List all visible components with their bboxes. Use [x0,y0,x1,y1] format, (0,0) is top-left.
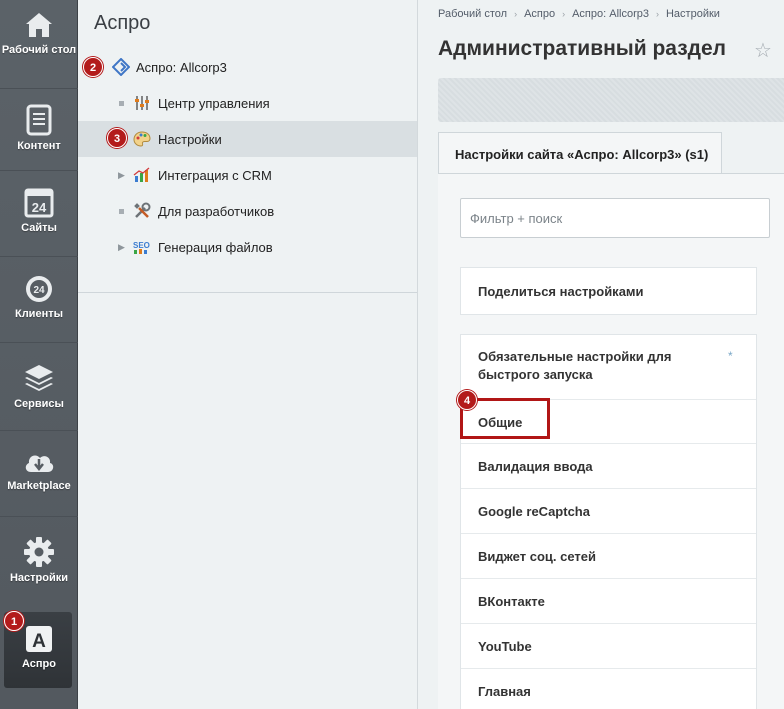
aspro-a-icon: A [26,626,52,652]
nav-services-label: Сервисы [14,398,64,410]
chevron-right-icon: › [562,9,566,19]
nav-marketplace[interactable]: Marketplace [0,448,78,493]
tree-item-label: Генерация файлов [158,240,273,255]
tree-item-label: Аспро: Allcorp3 [136,60,227,75]
search-input[interactable]: Фильтр + поиск [460,198,770,238]
share-settings-button[interactable]: Поделиться настройками [461,268,756,313]
tools-icon [134,202,151,218]
clients-24-icon: 24 [26,276,52,302]
chart-icon [133,167,150,182]
nav-content[interactable]: Контент [0,104,78,153]
cloud-download-icon [25,455,54,472]
menu-item-vkontakte[interactable]: ВКонтакте [461,579,756,624]
tree-item-control-center[interactable]: Центр управления [78,85,417,121]
tree-item-developers[interactable]: Для разработчиков [78,193,417,229]
svg-text:SEO: SEO [133,241,150,250]
calendar-24-icon: 24 [24,188,54,218]
tree-item-crm-integration[interactable]: ▶ Интеграция с CRM [78,157,417,193]
module-tree-panel: Аспро Аспро: Allcorp3 Центр управления Н… [78,0,418,709]
nav-divider [0,342,78,343]
control-sliders-icon [135,96,149,110]
required-settings-label[interactable]: Обязательные настройки для быстрого запу… [478,348,718,384]
toolbar-strip [438,78,784,122]
breadcrumb-aspro-allcorp3[interactable]: Аспро: Allcorp3 [572,8,649,20]
aspro-diamond-icon [112,58,130,76]
breadcrumb-settings[interactable]: Настройки [666,8,720,20]
palette-icon [133,131,151,147]
menu-item-input-validation[interactable]: Валидация ввода [461,444,756,489]
nav-settings[interactable]: Настройки [0,536,78,585]
nav-divider [0,430,78,431]
seo-icon: SEO [133,241,150,254]
breadcrumb-desktop[interactable]: Рабочий стол [438,8,507,20]
tab-site-settings[interactable]: Настройки сайта «Аспро: Allcorp3» (s1) [438,132,722,174]
nav-services[interactable]: Сервисы [0,362,78,411]
tree-item-label: Центр управления [158,96,270,111]
svg-text:A: A [32,631,46,652]
svg-text:24: 24 [33,285,45,296]
main-nav-bar: Рабочий стол Контент 24 Сайты 24 Клиенты [0,0,78,709]
tree-item-label: Для разработчиков [158,204,275,219]
star-icon[interactable]: ☆ [754,38,772,63]
step-badge-1: 1 [4,611,24,631]
svg-text:24: 24 [32,200,47,215]
breadcrumb-aspro[interactable]: Аспро [524,8,555,20]
nav-aspro-label: Аспро [22,658,56,670]
required-mark: * [728,349,733,363]
menu-item-social-widget[interactable]: Виджет соц. сетей [461,534,756,579]
menu-item-google-recaptcha[interactable]: Google reCaptcha [461,489,756,534]
nav-divider [0,256,78,257]
nav-aspro[interactable]: A Аспро [0,624,78,671]
gear-icon [24,537,54,567]
share-settings-card: Поделиться настройками [460,267,757,315]
nav-divider [0,88,78,89]
step-badge-3: 3 [107,128,127,148]
nav-settings-label: Настройки [9,572,69,584]
tree-item-label: Настройки [158,132,222,147]
tree-item-file-generation[interactable]: ▶ SEO Генерация файлов [78,229,417,265]
chevron-right-icon: › [655,9,659,19]
nav-marketplace-label: Marketplace [7,480,71,492]
step-badge-2: 2 [83,57,103,77]
home-icon [26,13,52,37]
nav-clients-label: Клиенты [14,308,63,320]
nav-divider [0,516,78,517]
nav-sites[interactable]: 24 Сайты [0,186,78,235]
document-icon [26,104,52,136]
settings-panel: Фильтр + поиск Поделиться настройками Об… [438,173,784,709]
expand-arrow-icon[interactable]: ▶ [118,242,125,253]
main-content: Рабочий стол › Аспро › Аспро: Allcorp3 › Настр… [418,0,784,709]
nav-clients[interactable]: 24 Клиенты [0,274,78,321]
expand-arrow-icon[interactable]: ▶ [118,170,125,181]
tree-item-settings[interactable]: Настройки [78,121,417,157]
layers-icon [25,365,53,391]
step-badge-4: 4 [457,390,477,410]
menu-item-main[interactable]: Главная [461,669,756,709]
chevron-right-icon: › [514,9,518,19]
bullet-icon [119,101,124,106]
bullet-icon [119,209,124,214]
tree-title: Аспро [94,12,151,34]
tree-divider [78,292,417,293]
page-title: Административный раздел [438,37,727,60]
nav-sites-label: Сайты [21,222,57,234]
tree-item-label: Интеграция с CRM [158,168,272,183]
menu-item-youtube[interactable]: YouTube [461,624,756,669]
nav-divider [0,170,78,171]
breadcrumb: Рабочий стол › Аспро › Аспро: Allcorp3 › Настр… [438,8,727,20]
tree-item-aspro-allcorp3[interactable]: Аспро: Allcorp3 [78,49,417,85]
nav-desktop[interactable]: Рабочий стол [0,10,78,57]
nav-desktop-label: Рабочий стол [1,44,77,56]
settings-menu-card: Обязательные настройки для быстрого запу… [460,334,757,709]
nav-content-label: Контент [17,140,61,152]
